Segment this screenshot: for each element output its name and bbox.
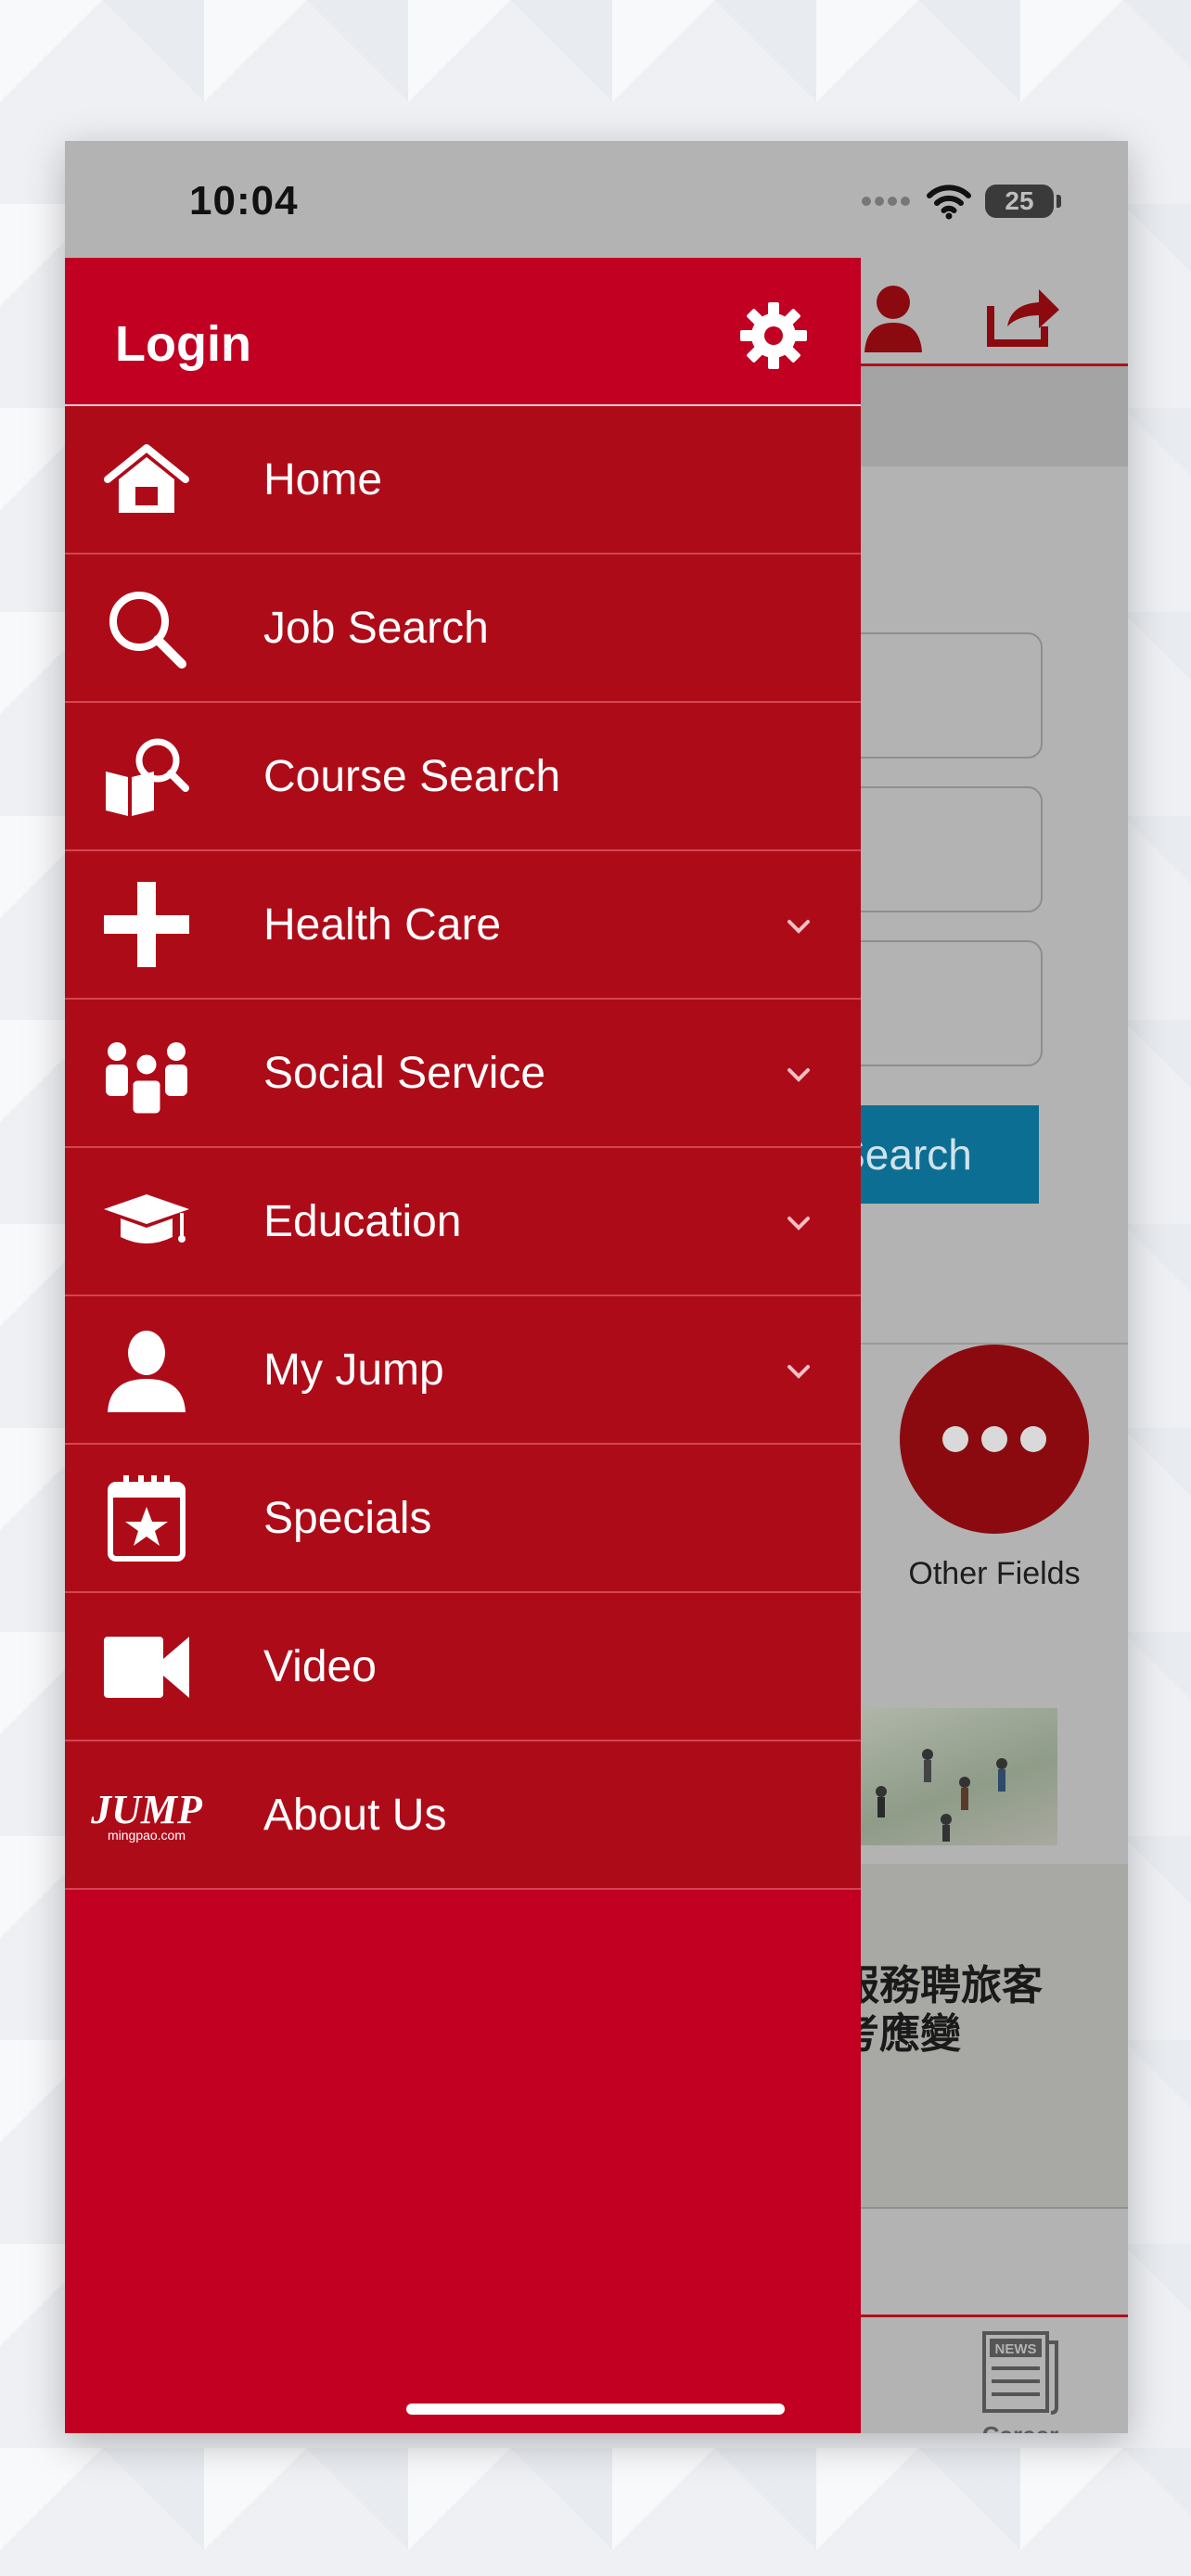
menu-item-label: Social Service [263,1048,546,1098]
status-icons: 25 [861,178,1061,224]
share-icon[interactable] [985,284,1063,349]
menu-item-about-us[interactable]: JUMP mingpao.com About Us [65,1741,861,1890]
menu-item-social-service[interactable]: Social Service [65,1000,861,1148]
menu-item-label: Home [263,454,383,504]
other-fields-label: Other Fields [908,1556,1081,1591]
more-dot [942,1426,968,1452]
wifi-icon [927,185,971,220]
video-camera-icon [100,1625,193,1708]
other-fields-button[interactable] [900,1345,1089,1534]
chevron-down-icon[interactable] [787,1065,811,1085]
tab-career-news-label: Career News [955,2421,1085,2433]
menu-item-job-search[interactable]: Job Search [65,555,861,703]
login-button[interactable]: Login [115,315,251,373]
menu-item-course-search[interactable]: Course Search [65,703,861,851]
menu-item-health-care[interactable]: Health Care [65,851,861,1000]
menu-item-label: Health Care [263,899,502,950]
menu-item-label: Course Search [263,751,561,801]
jump-logo-text: JUMP [90,1787,203,1832]
status-time: 10:04 [189,178,299,223]
signal-dots-icon [862,197,910,206]
menu-item-specials[interactable]: Specials [65,1445,861,1593]
graduation-cap-icon [100,1180,193,1263]
people-group-icon [100,1031,193,1115]
phone-screen: 10:04 25 Search Other Fields 动服務聘旅客 刂考應變… [65,141,1128,2433]
menu-item-home[interactable]: Home [65,406,861,555]
drawer-header: Login [65,258,861,406]
menu-item-label: Video [263,1641,377,1691]
more-dot [981,1426,1007,1452]
menu-item-my-jump[interactable]: My Jump [65,1296,861,1445]
chevron-down-icon[interactable] [787,916,811,937]
plus-cross-icon [100,882,193,967]
menu-item-label: Education [263,1196,462,1246]
jump-logo-subtext: mingpao.com [108,1828,186,1843]
jump-logo-icon: JUMP mingpao.com [82,1773,211,1856]
search-icon [100,586,193,670]
navigation-drawer: Login Home Job Search Course Search Heal… [65,258,861,2433]
menu-item-label: Specials [263,1493,432,1543]
menu-item-label: Job Search [263,603,489,653]
more-dot [1020,1426,1046,1452]
user-profile-icon[interactable] [861,280,926,354]
newspaper-badge-text: NEWS [995,2341,1037,2357]
battery-indicator: 25 [985,185,1061,218]
newspaper-icon: NEWS [982,2331,1058,2415]
gear-icon[interactable] [738,300,809,371]
menu-item-label: About Us [263,1790,447,1840]
menu-item-video[interactable]: Video [65,1593,861,1741]
chevron-down-icon[interactable] [787,1213,811,1233]
home-icon [100,438,193,521]
drawer-menu: Home Job Search Course Search Health Car… [65,406,861,1890]
tab-career-news[interactable]: NEWS Career News [955,2327,1085,2433]
user-icon [100,1328,193,1412]
home-indicator[interactable] [406,2404,785,2415]
calendar-star-icon [100,1475,193,1562]
chevron-down-icon[interactable] [787,1361,811,1382]
menu-item-label: My Jump [263,1345,444,1395]
book-search-icon [100,734,193,818]
menu-item-education[interactable]: Education [65,1148,861,1296]
